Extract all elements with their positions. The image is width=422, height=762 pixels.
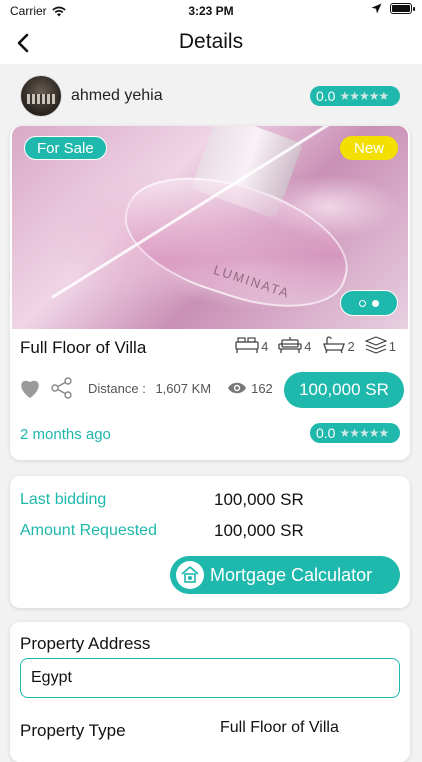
- owner-rating-badge: 0.0 ★★★★★: [310, 86, 400, 106]
- amount-requested-label: Amount Requested: [20, 522, 157, 539]
- eye-icon: [228, 382, 247, 394]
- distance-info: Distance : 1,607 KM: [88, 381, 211, 396]
- location-arrow-icon: [371, 3, 382, 14]
- heart-icon[interactable]: [18, 377, 42, 399]
- posted-time: 2 months ago: [20, 426, 111, 443]
- distance-label: Distance :: [88, 380, 146, 396]
- feature-list: 4 4 2 1: [235, 336, 396, 354]
- page-title: Details: [178, 30, 244, 53]
- owner-rating-value: 0.0: [316, 88, 336, 104]
- listing-card: LUMINATA For Sale New Full Floor of Vill…: [10, 126, 410, 460]
- status-right: [371, 3, 415, 14]
- bathtub-icon: [322, 336, 345, 354]
- bed-icon: [235, 337, 259, 353]
- navigation-bar: Details: [0, 22, 422, 64]
- feature-count: 4: [261, 339, 269, 354]
- distance-value: 1,607 KM: [155, 380, 212, 396]
- listing-actions: Distance : 1,607 KM 162: [18, 376, 273, 400]
- mortgage-calculator-button[interactable]: Mortgage Calculator: [170, 556, 400, 594]
- amount-requested-value: 100,000 SR: [214, 521, 304, 540]
- property-address-label: Property Address: [20, 634, 151, 653]
- feature-count: 4: [304, 339, 312, 354]
- views-info: 162: [227, 381, 273, 396]
- listing-rating-stars: ★★★★★: [339, 426, 389, 440]
- price-button[interactable]: 100,000 SR: [284, 372, 404, 408]
- avatar[interactable]: [20, 75, 62, 117]
- new-badge: New: [339, 136, 398, 160]
- owner-rating-stars: ★★★★★: [339, 89, 389, 103]
- floors-icon: [364, 336, 387, 354]
- feature-living-rooms: 4: [278, 336, 312, 354]
- feature-count: 2: [347, 339, 355, 354]
- owner-name: ahmed yehia: [71, 87, 163, 104]
- listing-title: Full Floor of Villa: [20, 338, 147, 357]
- for-sale-badge: For Sale: [24, 136, 107, 160]
- feature-count: 1: [388, 339, 396, 354]
- house-money-icon: [176, 561, 204, 589]
- listing-rating-badge: 0.0 ★★★★★: [310, 423, 400, 443]
- property-type-value: Full Floor of Villa: [220, 719, 339, 736]
- bidding-card: Last bidding 100,000 SR Amount Requested…: [10, 476, 410, 608]
- image-pager[interactable]: [340, 290, 398, 316]
- listing-rating-value: 0.0: [316, 425, 336, 441]
- feature-bedrooms: 4: [235, 336, 268, 354]
- mortgage-calculator-label: Mortgage Calculator: [210, 564, 373, 585]
- sofa-icon: [278, 337, 302, 353]
- last-bidding-value: 100,000 SR: [214, 490, 304, 509]
- property-card: Property Address Property Type Full Floo…: [10, 622, 410, 762]
- pager-dot[interactable]: [359, 299, 366, 307]
- property-address-field[interactable]: [20, 658, 400, 698]
- views-count: 162: [251, 380, 273, 396]
- listing-photo[interactable]: LUMINATA For Sale New: [12, 126, 408, 329]
- pager-dot-active[interactable]: [372, 299, 379, 307]
- last-bidding-label: Last bidding: [20, 491, 107, 508]
- battery-icon: [390, 3, 415, 14]
- status-time: 3:23 PM: [188, 4, 234, 18]
- property-type-label: Property Type: [20, 721, 126, 740]
- feature-floors: 1: [364, 336, 396, 354]
- share-icon[interactable]: [50, 376, 74, 400]
- status-bar: Carrier 3:23 PM: [0, 0, 422, 22]
- feature-bathrooms: 2: [322, 336, 355, 354]
